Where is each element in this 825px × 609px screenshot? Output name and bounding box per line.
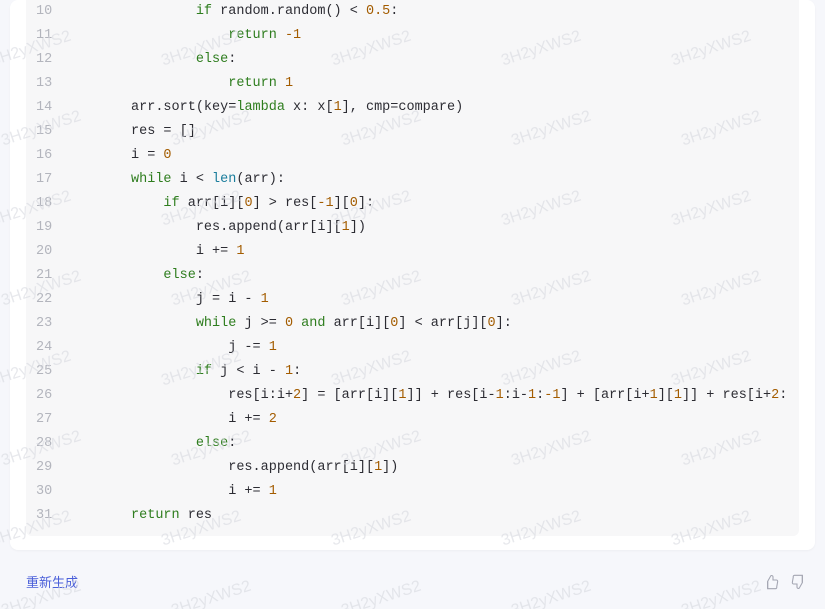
code-content: while i < len(arr): xyxy=(66,168,799,192)
line-number: 26 xyxy=(26,384,66,408)
code-line: 15 res = [] xyxy=(26,120,799,144)
code-line: 29 res.append(arr[i][1]) xyxy=(26,456,799,480)
code-content: else: xyxy=(66,264,799,288)
line-number: 17 xyxy=(26,168,66,192)
code-content: i += 1 xyxy=(66,480,799,504)
code-line: 14 arr.sort(key=lambda x: x[1], cmp=comp… xyxy=(26,96,799,120)
line-number: 15 xyxy=(26,120,66,144)
code-content: if j < i - 1: xyxy=(66,360,799,384)
line-number: 25 xyxy=(26,360,66,384)
code-line: 16 i = 0 xyxy=(26,144,799,168)
code-content: i = 0 xyxy=(66,144,799,168)
footer-bar: 重新生成 xyxy=(26,572,807,591)
code-line: 19 res.append(arr[i][1]) xyxy=(26,216,799,240)
line-number: 12 xyxy=(26,48,66,72)
line-number: 16 xyxy=(26,144,66,168)
code-line: 18 if arr[i][0] > res[-1][0]: xyxy=(26,192,799,216)
code-table: 10 if random.random() < 0.5:11 return -1… xyxy=(26,0,799,528)
line-number: 22 xyxy=(26,288,66,312)
line-number: 11 xyxy=(26,24,66,48)
line-number: 13 xyxy=(26,72,66,96)
line-number: 27 xyxy=(26,408,66,432)
code-line: 13 return 1 xyxy=(26,72,799,96)
thumbs-up-icon[interactable] xyxy=(763,574,779,590)
code-line: 22 j = i - 1 xyxy=(26,288,799,312)
code-content: res.append(arr[i][1]) xyxy=(66,216,799,240)
code-content: i += 2 xyxy=(66,408,799,432)
code-content: return 1 xyxy=(66,72,799,96)
code-line: 11 return -1 xyxy=(26,24,799,48)
line-number: 14 xyxy=(26,96,66,120)
code-content: res = [] xyxy=(66,120,799,144)
code-line: 20 i += 1 xyxy=(26,240,799,264)
feedback-controls xyxy=(763,574,807,590)
code-content: else: xyxy=(66,48,799,72)
code-line: 25 if j < i - 1: xyxy=(26,360,799,384)
code-line: 17 while i < len(arr): xyxy=(26,168,799,192)
line-number: 20 xyxy=(26,240,66,264)
code-line: 31 return res xyxy=(26,504,799,528)
line-number: 21 xyxy=(26,264,66,288)
code-line: 23 while j >= 0 and arr[i][0] < arr[j][0… xyxy=(26,312,799,336)
code-content: if arr[i][0] > res[-1][0]: xyxy=(66,192,799,216)
regenerate-link[interactable]: 重新生成 xyxy=(26,572,78,591)
code-line: 28 else: xyxy=(26,432,799,456)
code-line: 24 j -= 1 xyxy=(26,336,799,360)
line-number: 10 xyxy=(26,0,66,24)
code-content: arr.sort(key=lambda x: x[1], cmp=compare… xyxy=(66,96,799,120)
code-line: 27 i += 2 xyxy=(26,408,799,432)
code-line: 10 if random.random() < 0.5: xyxy=(26,0,799,24)
code-card: 10 if random.random() < 0.5:11 return -1… xyxy=(10,0,815,550)
line-number: 31 xyxy=(26,504,66,528)
code-content: res.append(arr[i][1]) xyxy=(66,456,799,480)
code-content: return -1 xyxy=(66,24,799,48)
code-line: 12 else: xyxy=(26,48,799,72)
line-number: 23 xyxy=(26,312,66,336)
line-number: 24 xyxy=(26,336,66,360)
code-line: 26 res[i:i+2] = [arr[i][1]] + res[i-1:i-… xyxy=(26,384,799,408)
code-content: if random.random() < 0.5: xyxy=(66,0,799,24)
code-content: while j >= 0 and arr[i][0] < arr[j][0]: xyxy=(66,312,799,336)
code-content: j = i - 1 xyxy=(66,288,799,312)
line-number: 29 xyxy=(26,456,66,480)
code-content: else: xyxy=(66,432,799,456)
code-content: return res xyxy=(66,504,799,528)
code-content: j -= 1 xyxy=(66,336,799,360)
line-number: 30 xyxy=(26,480,66,504)
line-number: 28 xyxy=(26,432,66,456)
line-number: 18 xyxy=(26,192,66,216)
code-content: i += 1 xyxy=(66,240,799,264)
code-line: 21 else: xyxy=(26,264,799,288)
thumbs-down-icon[interactable] xyxy=(791,574,807,590)
code-line: 30 i += 1 xyxy=(26,480,799,504)
code-content: res[i:i+2] = [arr[i][1]] + res[i-1:i-1:-… xyxy=(66,384,799,408)
code-block[interactable]: 10 if random.random() < 0.5:11 return -1… xyxy=(26,0,799,536)
line-number: 19 xyxy=(26,216,66,240)
